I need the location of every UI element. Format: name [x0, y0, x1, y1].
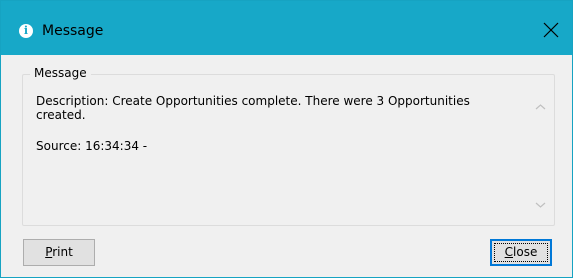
print-label: rint [52, 245, 73, 259]
vertical-scrollbar[interactable] [532, 93, 549, 217]
close-button[interactable]: Close [490, 239, 552, 266]
group-label: Message [30, 66, 91, 80]
description-text: Description: Create Opportunities comple… [36, 94, 470, 122]
focus-ring [494, 243, 548, 262]
scroll-up-arrow-icon[interactable] [532, 99, 549, 113]
source-text: Source: 16:34:34 - [36, 139, 148, 153]
print-button[interactable]: Print [23, 239, 95, 266]
window-title: Message [42, 23, 104, 39]
message-dialog: i Message Message Description: Create Op… [0, 0, 573, 278]
message-text-area[interactable]: Description: Create Opportunities comple… [36, 94, 531, 153]
close-icon[interactable] [540, 19, 562, 41]
scroll-down-arrow-icon[interactable] [532, 197, 549, 211]
info-icon: i [19, 24, 33, 38]
title-bar[interactable]: i Message [1, 1, 572, 55]
